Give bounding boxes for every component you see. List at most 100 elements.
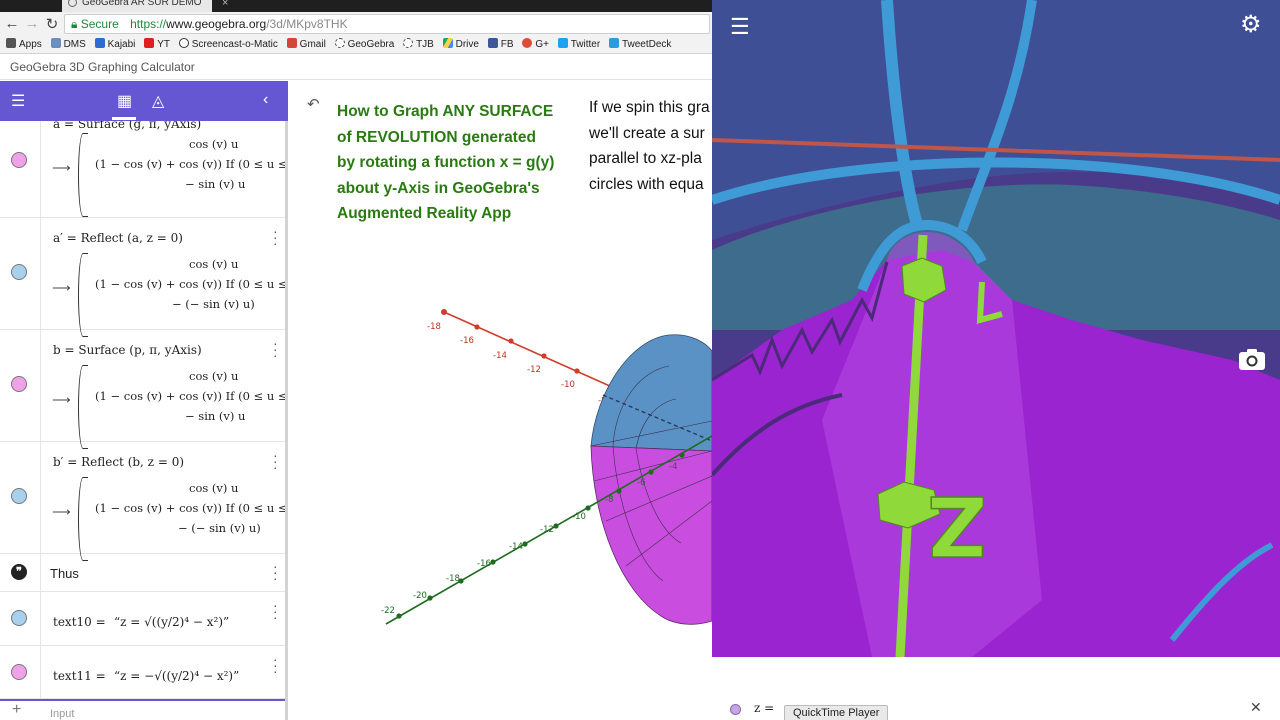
- tick-label: -12: [527, 365, 541, 375]
- back-icon[interactable]: ←: [4, 15, 20, 32]
- row-line-3: − (− sin (v) u): [172, 297, 255, 311]
- text11-formula: “z = −√((y/2)⁴ − x²)”: [114, 669, 240, 683]
- row-divider: [40, 646, 41, 698]
- visibility-marble-icon[interactable]: [11, 610, 27, 626]
- bookmark-geogebra[interactable]: GeoGebra: [334, 36, 394, 53]
- visibility-marble-icon[interactable]: [11, 376, 27, 392]
- row-line-3: − sin (v) u: [185, 409, 246, 423]
- tick-label: -12: [540, 525, 554, 535]
- row-definition: b = Surface (p, π, yAxis): [53, 343, 202, 357]
- visibility-marble-icon[interactable]: [11, 264, 27, 280]
- ar-camera-icon[interactable]: [1238, 347, 1266, 371]
- algebra-calculator-icon[interactable]: ▦: [117, 91, 132, 111]
- kajabi-icon: [94, 38, 105, 48]
- more-options-icon[interactable]: · · ·: [273, 336, 278, 362]
- graphics-3d-view[interactable]: ↶ How to Graph ANY SURFACE of REVOLUTION…: [291, 81, 712, 720]
- facebook-icon: [487, 38, 498, 48]
- row-line-2: (1 − cos (v) + cos (v)) If (0 ≤ u ≤ 5: [95, 389, 288, 403]
- more-options-icon[interactable]: · · ·: [273, 448, 278, 474]
- algebra-row-b-prime[interactable]: b′ = Reflect (b, z = 0) · · · ⟶ cos (v) u …: [0, 442, 285, 561]
- screen: GeoGebra AR SUR DEMO × ← → ↻ 🔒︎ Secure h…: [0, 0, 1280, 720]
- bookmarks-bar: Apps DMS Kajabi YT Screencast-o-Matic Gm…: [0, 36, 712, 54]
- bookmark-screencast[interactable]: Screencast-o-Matic: [178, 36, 278, 53]
- algebra-row-text11[interactable]: text11 = “z = −√((y/2)⁴ − x²)” · · ·: [0, 646, 285, 699]
- algebra-row-a-prime[interactable]: a′ = Reflect (a, z = 0) · · · ⟶ cos (v) u …: [0, 218, 288, 337]
- row-definition: b′ = Reflect (b, z = 0): [53, 455, 185, 469]
- algebra-row-a[interactable]: a = Surface (g, π, yAxis) ⟶ cos (v) u (1…: [0, 121, 285, 218]
- tick-label: -14: [509, 542, 523, 552]
- tick-label: -6: [637, 478, 645, 488]
- menu-icon[interactable]: ☰: [11, 91, 25, 111]
- algebra-toolbar: ☰ ▦ ◬ ‹: [0, 81, 288, 121]
- bookmark-tweetdeck[interactable]: TweetDeck: [608, 36, 671, 53]
- tab-title: GeoGebra AR SUR DEMO: [82, 0, 202, 8]
- more-options-icon[interactable]: · · ·: [273, 224, 278, 250]
- bookmark-gmail[interactable]: Gmail: [286, 36, 326, 53]
- tab-close-icon[interactable]: ×: [222, 0, 228, 9]
- bookmark-twitter[interactable]: Twitter: [557, 36, 600, 53]
- algebra-view: a = Surface (g, π, yAxis) ⟶ cos (v) u (1…: [0, 121, 288, 720]
- reload-icon[interactable]: ↻: [44, 15, 60, 33]
- tick-dot: [574, 368, 580, 374]
- ar-menu-icon[interactable]: ☰: [730, 14, 750, 40]
- dms-icon: [50, 38, 61, 48]
- visibility-marble-icon[interactable]: [11, 488, 27, 504]
- more-options-icon[interactable]: · · ·: [273, 598, 278, 624]
- bookmark-yt[interactable]: YT: [144, 36, 170, 53]
- row-line-1: cos (v) u: [189, 369, 239, 383]
- more-options-icon[interactable]: · · ·: [273, 652, 278, 678]
- visibility-marble-icon[interactable]: [11, 152, 27, 168]
- row-divider: [40, 554, 41, 591]
- row-line-2: (1 − cos (v) + cos (v)) If (0 ≤ u ≤ 5: [95, 277, 288, 291]
- tick-dot: [490, 559, 496, 565]
- row-line-1: cos (v) u: [189, 137, 239, 151]
- url-field[interactable]: 🔒︎ Secure https://www.geogebra.org/3d/MK…: [64, 14, 710, 34]
- tools-icon[interactable]: ◬: [152, 91, 164, 111]
- more-options-icon[interactable]: · · ·: [273, 559, 278, 585]
- output-arrow-icon: ⟶: [52, 504, 71, 519]
- google-plus-icon: [522, 38, 533, 48]
- collapse-chevron-icon[interactable]: ‹: [263, 91, 268, 109]
- ar-settings-icon[interactable]: ⚙: [1240, 10, 1262, 39]
- forward-icon[interactable]: →: [24, 15, 40, 32]
- bookmark-apps[interactable]: Apps: [6, 36, 42, 53]
- secure-label: Secure: [80, 17, 119, 31]
- tick-dot: [474, 324, 480, 330]
- algebra-row-text10[interactable]: text10 = “z = √((y/2)⁴ − x²)” · · ·: [0, 592, 285, 646]
- surface-plot-3d: -18 -16 -14 -12 -10 -8: [381, 309, 712, 625]
- algebra-input[interactable]: Input: [50, 708, 74, 720]
- text10-label: text10 =: [53, 615, 106, 629]
- bookmark-gplus[interactable]: G+: [522, 36, 549, 53]
- text10-formula: “z = √((y/2)⁴ − x²)”: [114, 615, 230, 629]
- axis-label-z: Z: [928, 477, 987, 572]
- bottom-formula: z =: [754, 701, 775, 715]
- tick-dot: [441, 309, 447, 315]
- tick-dot: [616, 488, 622, 494]
- bookmark-dms[interactable]: DMS: [50, 36, 86, 53]
- bookmark-tjb[interactable]: TJB: [403, 36, 434, 53]
- algebra-row-b[interactable]: b = Surface (p, π, yAxis) · · · ⟶ cos (v) …: [0, 330, 288, 449]
- browser-tab[interactable]: GeoGebra AR SUR DEMO: [62, 0, 212, 12]
- plus-icon[interactable]: +: [12, 701, 21, 719]
- tick-label: -10: [572, 512, 586, 522]
- tick-label: -18: [427, 322, 441, 332]
- bookmark-kajabi[interactable]: Kajabi: [94, 36, 135, 53]
- bookmark-drive[interactable]: Drive: [442, 36, 479, 53]
- close-icon[interactable]: ✕: [1250, 699, 1262, 716]
- algebra-row-thus[interactable]: ❞ Thus · · ·: [0, 554, 285, 592]
- visibility-marble-icon[interactable]: [11, 664, 27, 680]
- tick-label: -10: [561, 380, 575, 390]
- ar-scene: Z: [712, 0, 1280, 657]
- geogebra-icon: [334, 38, 345, 48]
- visibility-marble-icon[interactable]: [730, 704, 741, 715]
- bookmark-fb[interactable]: FB: [487, 36, 514, 53]
- row-divider: [40, 442, 41, 553]
- gmail-icon: [286, 38, 297, 48]
- row-divider: [40, 330, 41, 441]
- row-line-3: − sin (v) u: [185, 177, 246, 191]
- row-definition: a′ = Reflect (a, z = 0): [53, 231, 183, 245]
- algebra-input-row[interactable]: + Input: [0, 699, 285, 720]
- ar-camera-view[interactable]: Z ☰ ⚙: [712, 0, 1280, 657]
- tick-dot: [679, 452, 685, 458]
- thus-text: Thus: [50, 566, 79, 581]
